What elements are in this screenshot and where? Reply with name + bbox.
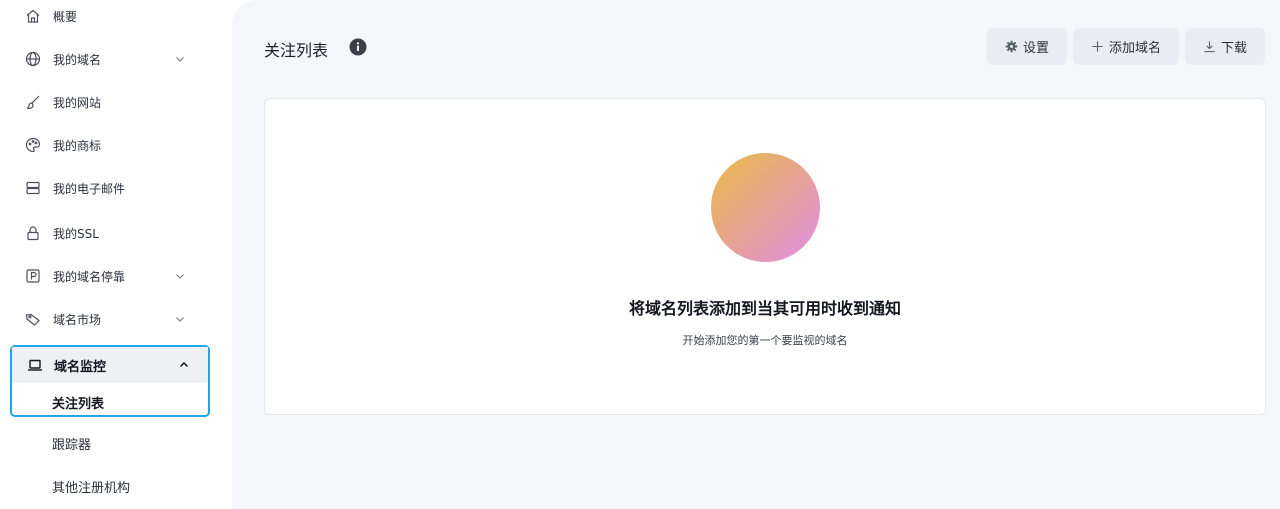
server-icon xyxy=(24,179,42,197)
globe-icon xyxy=(24,50,42,68)
laptop-icon xyxy=(26,356,44,374)
sidebar-item-label: 我的域名 xyxy=(53,52,102,67)
settings-button-label: 设置 xyxy=(1022,41,1049,56)
sidebar-item-domain-market[interactable]: 域名市场 xyxy=(0,301,210,337)
page-title: 关注列表 xyxy=(264,41,329,60)
sidebar-subitem-watchlist[interactable]: 关注列表 xyxy=(52,393,104,412)
download-icon xyxy=(1204,41,1215,53)
empty-state-title: 将域名列表添加到当其可用时收到通知 xyxy=(628,299,901,318)
chevron-down-icon xyxy=(173,52,187,66)
sidebar-item-label: 域名市场 xyxy=(53,312,102,327)
home-icon xyxy=(24,7,42,25)
info-icon[interactable] xyxy=(349,38,367,56)
sidebar-item-label: 我的网站 xyxy=(53,95,102,110)
sidebar-item-domain-monitor[interactable]: 域名监控 xyxy=(12,347,208,383)
chevron-up-icon xyxy=(177,358,191,372)
empty-state-card: 将域名列表添加到当其可用时收到通知 开始添加您的第一个要监视的域名 xyxy=(264,98,1266,415)
sidebar-subitem-other-registrars[interactable]: 其他注册机构 xyxy=(52,477,130,496)
chevron-down-icon xyxy=(173,312,187,326)
sidebar: 概要 我的域名 我的网站 我的商标 我的电子邮件 我的SSL 我的域名停靠 域名… xyxy=(0,0,232,509)
sidebar-item-label: 概要 xyxy=(53,9,78,24)
add-domain-button[interactable]: 添加域名 xyxy=(1073,28,1179,65)
sidebar-item-label: 域名监控 xyxy=(54,359,107,375)
plus-icon xyxy=(1092,41,1103,52)
sidebar-item-my-websites[interactable]: 我的网站 xyxy=(0,84,210,120)
brush-icon xyxy=(24,93,42,111)
download-button[interactable]: 下载 xyxy=(1185,28,1265,65)
sidebar-subitem-tracker[interactable]: 跟踪器 xyxy=(52,434,91,453)
download-button-label: 下载 xyxy=(1220,41,1247,56)
gear-icon xyxy=(1005,40,1018,53)
sidebar-item-label: 我的商标 xyxy=(53,138,102,153)
sidebar-item-my-email[interactable]: 我的电子邮件 xyxy=(0,170,210,206)
sidebar-item-label: 我的域名停靠 xyxy=(53,269,126,284)
sidebar-item-label: 我的电子邮件 xyxy=(53,181,126,196)
sidebar-item-domain-parking[interactable]: 我的域名停靠 xyxy=(0,258,210,294)
tag-icon xyxy=(24,310,42,328)
sidebar-item-my-trademarks[interactable]: 我的商标 xyxy=(0,127,210,163)
sidebar-item-my-domains[interactable]: 我的域名 xyxy=(0,41,210,77)
sidebar-item-label: 我的SSL xyxy=(53,226,99,241)
add-domain-button-label: 添加域名 xyxy=(1108,41,1161,56)
sidebar-item-my-ssl[interactable]: 我的SSL xyxy=(0,215,210,251)
empty-state-subtitle: 开始添加您的第一个要监视的域名 xyxy=(682,334,848,347)
chevron-down-icon xyxy=(173,269,187,283)
main-panel: 关注列表 设置 添加域名 下载 将域名列表添加到当其可用时收到通知 开始添加您的… xyxy=(232,0,1280,509)
settings-button[interactable]: 设置 xyxy=(987,28,1067,65)
empty-state-illustration xyxy=(711,153,820,262)
lock-icon xyxy=(24,224,42,242)
parking-icon xyxy=(24,267,42,285)
palette-icon xyxy=(24,136,42,154)
sidebar-item-overview[interactable]: 概要 xyxy=(0,0,210,34)
